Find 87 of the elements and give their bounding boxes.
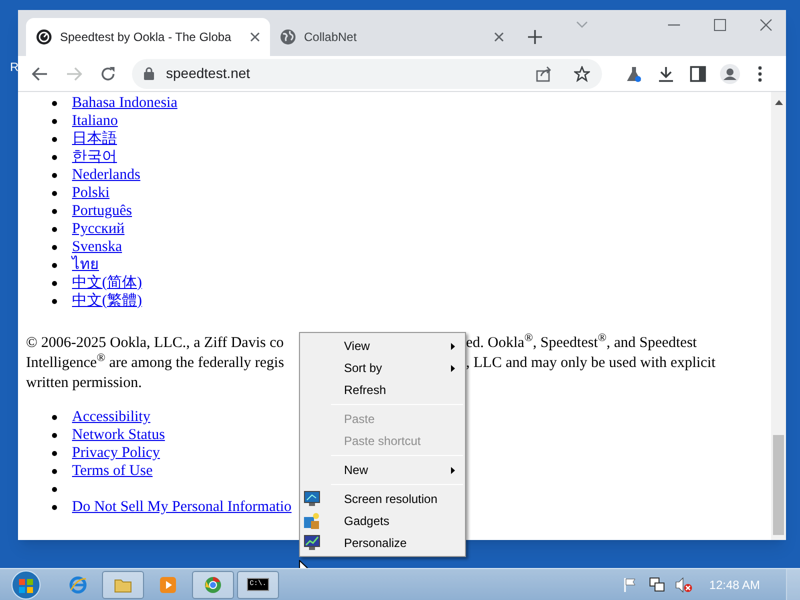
bullet-icon bbox=[52, 262, 57, 268]
minimize-icon[interactable] bbox=[668, 24, 680, 26]
footer-link[interactable]: Do Not Sell My Personal Informatio bbox=[72, 498, 292, 516]
footer-link[interactable]: Network Status bbox=[72, 426, 165, 444]
language-link[interactable]: Polski bbox=[72, 184, 110, 202]
monitor-paint-icon bbox=[304, 535, 320, 551]
language-link[interactable]: Português bbox=[72, 202, 132, 220]
bullet-icon bbox=[52, 154, 57, 160]
monitor-icon bbox=[304, 491, 320, 507]
bullet-icon bbox=[52, 118, 57, 124]
menu-item[interactable]: View bbox=[300, 335, 465, 357]
round-browser-icon bbox=[204, 576, 222, 594]
menu-item[interactable]: Screen resolution bbox=[300, 488, 465, 510]
speaker-muted-icon[interactable] bbox=[675, 576, 694, 592]
network-icon[interactable] bbox=[649, 576, 666, 592]
language-link[interactable]: 日本語 bbox=[72, 130, 117, 148]
bullet-icon bbox=[52, 280, 57, 286]
taskbar-app-button[interactable] bbox=[102, 570, 144, 598]
menu-item[interactable]: New bbox=[300, 459, 465, 481]
copyright-text: © 2006-2025 Ookla, LLC., a Ziff Davis co bbox=[26, 335, 284, 351]
language-link[interactable]: 中文(简体) bbox=[72, 274, 142, 292]
footer-link[interactable]: Accessibility bbox=[72, 408, 150, 426]
menu-item[interactable]: Sort by bbox=[300, 357, 465, 379]
maximize-icon[interactable] bbox=[714, 19, 726, 31]
scroll-up-arrow-icon[interactable] bbox=[774, 100, 782, 105]
tab-title: CollabNet bbox=[304, 29, 358, 46]
address-bar[interactable]: speedtest.net bbox=[132, 58, 602, 88]
gadgets-icon bbox=[304, 513, 320, 529]
new-tab-icon[interactable] bbox=[528, 30, 542, 44]
copyright-text: Intelligence$^{®}$ are among the federally regis bbox=[26, 355, 284, 371]
copyright-text: ed. Ookla$^{®}$, Speedtest$^{®}$, and Speedtest bbox=[466, 334, 697, 352]
lock-icon bbox=[144, 67, 154, 80]
flag-icon[interactable] bbox=[623, 578, 638, 592]
language-link[interactable]: 한국어 bbox=[72, 148, 117, 166]
profile-avatar-icon[interactable] bbox=[720, 64, 740, 84]
bullet-icon bbox=[52, 486, 57, 492]
menu-item[interactable]: Gadgets bbox=[300, 510, 465, 532]
bullet-icon bbox=[52, 172, 57, 178]
close-icon[interactable] bbox=[760, 19, 772, 31]
scrollbar-thumb[interactable] bbox=[773, 435, 784, 535]
bullet-icon bbox=[52, 298, 57, 304]
tab-title: Speedtest by Ookla - The Globa bbox=[60, 29, 232, 46]
footer-link[interactable]: Terms of Use bbox=[72, 462, 153, 480]
star-icon[interactable] bbox=[574, 66, 590, 82]
language-link[interactable]: Italiano bbox=[72, 112, 118, 130]
close-icon[interactable] bbox=[250, 32, 260, 42]
language-link[interactable]: ไทย bbox=[72, 256, 99, 274]
bullet-icon bbox=[52, 504, 57, 510]
flask-icon[interactable] bbox=[626, 66, 642, 82]
bullet-icon bbox=[52, 244, 57, 250]
language-link[interactable]: Bahasa Indonesia bbox=[72, 94, 178, 112]
language-link[interactable]: Русский bbox=[72, 220, 124, 238]
browser-e-icon bbox=[69, 576, 87, 594]
bullet-icon bbox=[52, 468, 57, 474]
start-orb-icon[interactable] bbox=[9, 570, 43, 600]
bullet-icon bbox=[52, 450, 57, 456]
bullet-icon bbox=[52, 226, 57, 232]
browser-tab[interactable]: Speedtest by Ookla - The Globa bbox=[26, 18, 270, 56]
scrollbar[interactable] bbox=[771, 92, 786, 540]
globe-icon bbox=[280, 29, 296, 45]
browser-tab[interactable]: CollabNet bbox=[270, 18, 514, 56]
copyright-text: written permission. bbox=[26, 375, 142, 391]
reload-icon[interactable] bbox=[100, 66, 116, 82]
taskbar-app-button[interactable] bbox=[192, 570, 234, 598]
desktop-icon-label[interactable]: R bbox=[10, 58, 19, 76]
side-panel-icon[interactable] bbox=[690, 66, 706, 82]
bullet-icon bbox=[52, 136, 57, 142]
menu-item[interactable]: Personalize bbox=[300, 532, 465, 554]
bullet-icon bbox=[52, 208, 57, 214]
more-menu-icon[interactable] bbox=[758, 66, 762, 82]
back-arrow-icon[interactable] bbox=[32, 66, 48, 80]
menu-item[interactable]: Refresh bbox=[300, 379, 465, 401]
bullet-icon bbox=[52, 414, 57, 420]
copyright-text: , LLC and may only be used with explicit bbox=[466, 354, 716, 372]
language-link[interactable]: 中文(繁體) bbox=[72, 292, 142, 310]
speedometer-icon bbox=[36, 29, 52, 45]
bullet-icon bbox=[52, 432, 57, 438]
download-icon[interactable] bbox=[658, 66, 674, 82]
footer-link[interactable]: Privacy Policy bbox=[72, 444, 160, 462]
url-text: speedtest.net bbox=[166, 64, 252, 83]
bullet-icon bbox=[52, 100, 57, 106]
bullet-icon bbox=[52, 190, 57, 196]
share-icon[interactable] bbox=[536, 66, 552, 82]
language-link[interactable]: Svenska bbox=[72, 238, 122, 256]
language-link[interactable]: Nederlands bbox=[72, 166, 140, 184]
close-icon[interactable] bbox=[494, 32, 504, 42]
play-icon bbox=[159, 576, 177, 594]
